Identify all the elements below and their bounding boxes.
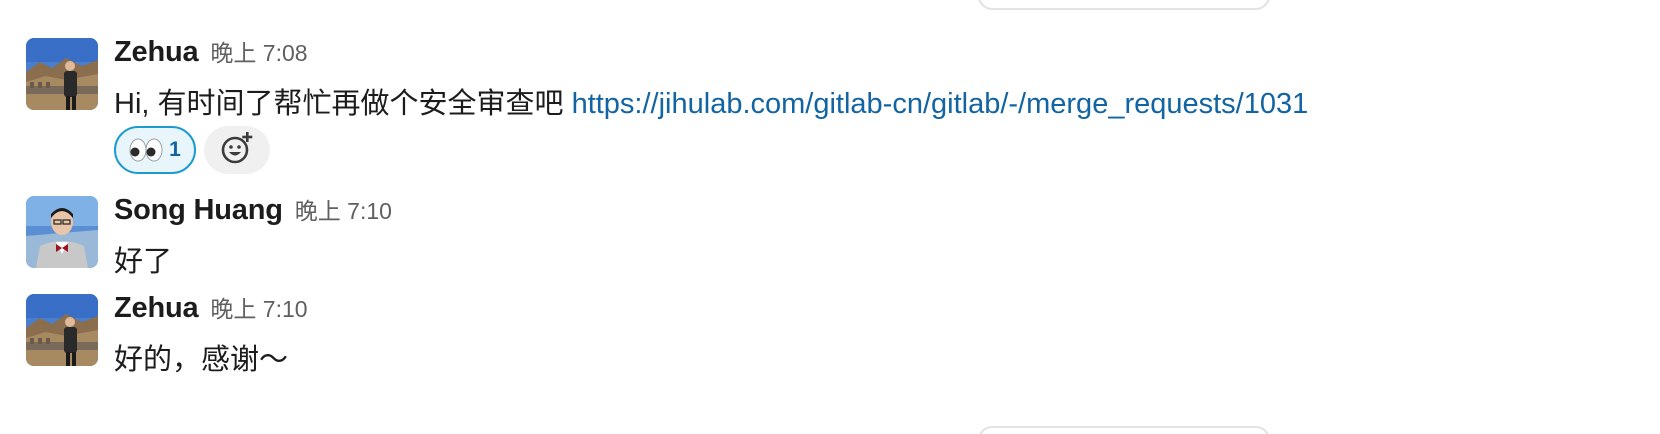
author-name[interactable]: Song Huang bbox=[114, 194, 283, 226]
author-name[interactable]: Zehua bbox=[114, 36, 199, 68]
message-text: 好了 bbox=[114, 246, 173, 278]
reactions-bar: 1 bbox=[114, 126, 270, 174]
timestamp[interactable]: 晚上 7:10 bbox=[210, 296, 307, 322]
message-text-prefix: Hi, 有时间了帮忙再做个安全审查吧 bbox=[114, 88, 572, 120]
avatar[interactable] bbox=[26, 196, 98, 268]
avatar[interactable] bbox=[26, 294, 98, 366]
date-divider-pill[interactable] bbox=[978, 426, 1270, 434]
add-reaction-button[interactable] bbox=[204, 126, 270, 174]
merge-request-link[interactable]: https://jihulab.com/gitlab-cn/gitlab/-/m… bbox=[572, 88, 1309, 120]
author-name[interactable]: Zehua bbox=[114, 292, 199, 324]
timestamp[interactable]: 晚上 7:10 bbox=[295, 198, 392, 224]
date-divider-pill[interactable] bbox=[978, 0, 1270, 10]
avatar[interactable] bbox=[26, 38, 98, 110]
add-emoji-icon bbox=[220, 131, 254, 170]
message-header: Zehua 晚上 7:08 bbox=[114, 34, 308, 69]
timestamp[interactable]: 晚上 7:08 bbox=[210, 40, 307, 66]
message-text: Hi, 有时间了帮忙再做个安全审查吧 https://jihulab.com/g… bbox=[114, 80, 1308, 122]
reaction-count: 1 bbox=[169, 138, 181, 161]
reaction-eyes[interactable]: 1 bbox=[114, 126, 196, 174]
chat-pane: Zehua 晚上 7:08 Hi, 有时间了帮忙再做个安全审查吧 https://… bbox=[0, 0, 1660, 434]
message-header: Song Huang 晚上 7:10 bbox=[114, 192, 392, 227]
eyes-icon bbox=[129, 138, 163, 162]
message-header: Zehua 晚上 7:10 bbox=[114, 290, 308, 325]
message-text: 好的，感谢～ bbox=[114, 344, 289, 376]
